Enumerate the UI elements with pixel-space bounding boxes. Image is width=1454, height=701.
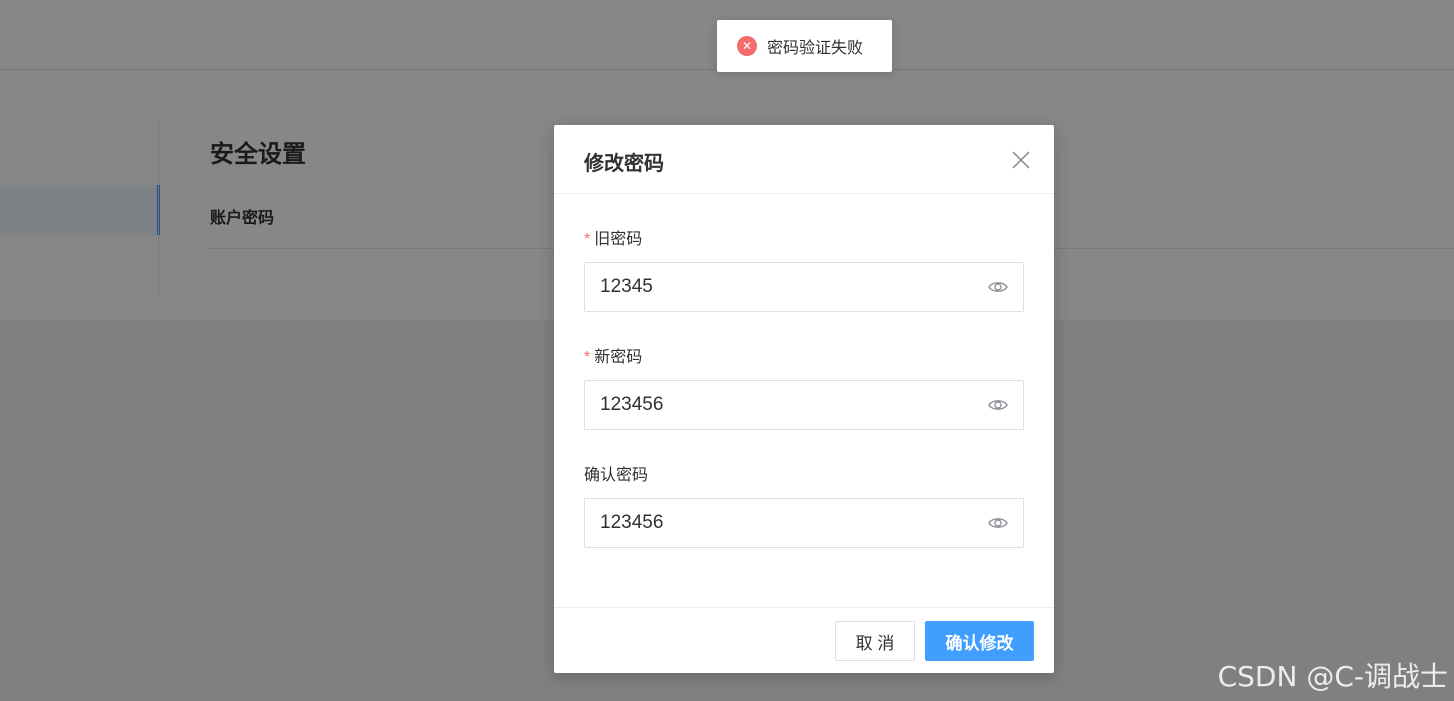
dialog-title: 修改密码 (584, 153, 664, 175)
label-old-password: 旧密码 (594, 231, 643, 248)
form-label: * 旧密码 (584, 229, 1024, 251)
form-item-new-password: * 新密码 (584, 347, 1024, 465)
form-item-old-password: * 旧密码 (584, 229, 1024, 347)
new-password-input[interactable] (600, 381, 970, 429)
old-password-input-wrapper (584, 262, 1024, 312)
required-asterisk: * (584, 231, 591, 248)
close-circle-icon: ✕ (737, 36, 757, 56)
error-toast: ✕ 密码验证失败 (717, 20, 892, 72)
required-asterisk: * (584, 349, 591, 366)
dialog-header: 修改密码 (554, 125, 1054, 194)
confirm-password-input[interactable] (600, 499, 970, 547)
eye-icon[interactable] (988, 514, 1008, 532)
watermark: CSDN @C-调战士 (1217, 660, 1448, 693)
form-label: 确认密码 (584, 465, 1024, 487)
password-form: * 旧密码 * 新密码 (584, 229, 1024, 583)
change-password-dialog: 修改密码 * 旧密码 12345 * 新密码 123456 确认密码 12345… (554, 125, 1054, 673)
cancel-button[interactable]: 取 消 (835, 621, 915, 661)
label-new-password: 新密码 (594, 349, 643, 366)
close-icon[interactable] (1010, 149, 1032, 171)
eye-icon[interactable] (988, 396, 1008, 414)
form-item-confirm-password: 确认密码 (584, 465, 1024, 583)
toast-message: 密码验证失败 (767, 40, 864, 57)
eye-icon[interactable] (988, 278, 1008, 296)
old-password-input[interactable] (600, 263, 970, 311)
label-confirm-password: 确认密码 (584, 467, 649, 484)
confirm-password-input-wrapper (584, 498, 1024, 548)
form-label: * 新密码 (584, 347, 1024, 369)
new-password-input-wrapper (584, 380, 1024, 430)
confirm-change-button[interactable]: 确认修改 (925, 621, 1034, 661)
dialog-footer: 取 消 确认修改 (554, 607, 1054, 674)
